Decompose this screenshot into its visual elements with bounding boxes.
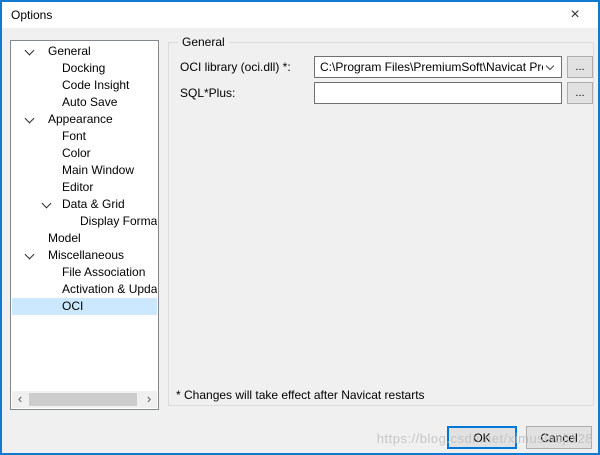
- scrollbar-thumb[interactable]: [29, 393, 137, 406]
- options-tree: General Docking Code Insight Auto Save Appea…: [10, 40, 159, 410]
- chevron-down-icon[interactable]: [24, 249, 35, 260]
- sidebar-item-label: Auto Save: [62, 95, 118, 109]
- chevron-down-icon[interactable]: [545, 61, 555, 71]
- chevron-down-icon[interactable]: [41, 198, 52, 209]
- oci-library-value: C:\Program Files\PremiumSoft\Navicat Pre: [320, 60, 543, 74]
- sidebar-item-label: Display Format: [80, 214, 157, 228]
- chevron-down-icon[interactable]: [24, 45, 35, 56]
- oci-library-label: OCI library (oci.dll) *:: [180, 60, 291, 74]
- title-bar: Options ×: [2, 2, 598, 28]
- window-title: Options: [11, 8, 53, 22]
- sidebar-item-font[interactable]: Font: [12, 128, 157, 145]
- options-dialog: Options × General Docking Code Insight Auto…: [0, 0, 600, 455]
- sidebar-item-model[interactable]: Model: [12, 230, 157, 247]
- sidebar-item-appearance[interactable]: Appearance: [12, 111, 157, 128]
- cancel-button[interactable]: Cancel: [526, 426, 592, 449]
- sidebar-item-general[interactable]: General: [12, 43, 157, 60]
- oci-library-combobox[interactable]: C:\Program Files\PremiumSoft\Navicat Pre: [314, 56, 562, 78]
- sidebar-item-label: OCI: [62, 299, 84, 313]
- sidebar-item-color[interactable]: Color: [12, 145, 157, 162]
- sidebar-item-label: Activation & Updat: [62, 282, 157, 296]
- options-tree-rows: General Docking Code Insight Auto Save Appea…: [12, 43, 157, 391]
- sidebar-item-label: Font: [62, 129, 87, 143]
- sidebar-item-file-association[interactable]: File Association: [12, 264, 157, 281]
- sidebar-item-auto-save[interactable]: Auto Save: [12, 94, 157, 111]
- sidebar-item-display-format[interactable]: Display Format: [12, 213, 157, 230]
- sidebar-item-label: Miscellaneous: [48, 248, 125, 262]
- sidebar-item-main-window[interactable]: Main Window: [12, 162, 157, 179]
- sidebar-item-label: Data & Grid: [62, 197, 125, 211]
- sidebar-item-label: File Association: [62, 265, 146, 279]
- sqlplus-label: SQL*Plus:: [180, 86, 236, 100]
- general-groupbox: General OCI library (oci.dll) *: C:\Prog…: [168, 35, 594, 406]
- scroll-left-icon[interactable]: ‹: [12, 391, 28, 408]
- sidebar-item-code-insight[interactable]: Code Insight: [12, 77, 157, 94]
- sidebar-item-oci[interactable]: OCI: [12, 298, 157, 315]
- groupbox-title: General: [178, 35, 229, 49]
- sidebar-item-label: Model: [48, 231, 81, 245]
- sqlplus-browse-button[interactable]: ...: [567, 82, 593, 104]
- sidebar-item-label: Appearance: [48, 112, 113, 126]
- sidebar-item-label: General: [48, 44, 91, 58]
- scroll-right-icon[interactable]: ›: [141, 391, 157, 408]
- sidebar-item-data-grid[interactable]: Data & Grid: [12, 196, 157, 213]
- sidebar-item-activation-updat[interactable]: Activation & Updat: [12, 281, 157, 298]
- close-icon[interactable]: ×: [558, 2, 592, 28]
- oci-library-browse-button[interactable]: ...: [567, 56, 593, 78]
- sidebar-item-label: Code Insight: [62, 78, 130, 92]
- ok-button[interactable]: OK: [447, 426, 517, 449]
- tree-horizontal-scrollbar[interactable]: ‹ ›: [12, 391, 157, 408]
- sidebar-item-label: Docking: [62, 61, 106, 75]
- sidebar-item-label: Main Window: [62, 163, 135, 177]
- sqlplus-input[interactable]: [314, 82, 562, 104]
- sidebar-item-label: Color: [62, 146, 91, 160]
- restart-note: * Changes will take effect after Navicat…: [176, 388, 425, 402]
- sidebar-item-label: Editor: [62, 180, 94, 194]
- sidebar-item-miscellaneous[interactable]: Miscellaneous: [12, 247, 157, 264]
- sidebar-item-editor[interactable]: Editor: [12, 179, 157, 196]
- sidebar-item-docking[interactable]: Docking: [12, 60, 157, 77]
- chevron-down-icon[interactable]: [24, 113, 35, 124]
